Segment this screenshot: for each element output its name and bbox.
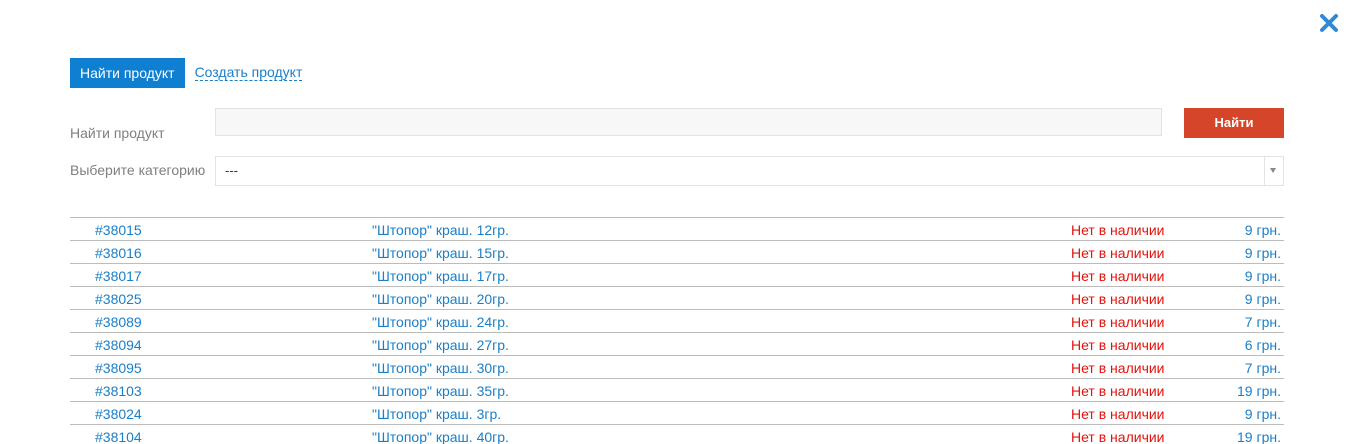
product-status: Нет в наличии (1071, 245, 1165, 261)
product-id[interactable]: #38015 (95, 222, 142, 238)
table-row[interactable]: #38104 "Штопор" краш. 40гр. Нет в наличии 1… (70, 425, 1284, 444)
product-name[interactable]: "Штопор" краш. 40гр. (372, 429, 509, 444)
product-status: Нет в наличии (1071, 314, 1165, 330)
product-price: 6 грн. (1244, 337, 1281, 353)
product-price: 19 грн. (1237, 429, 1281, 444)
search-input[interactable] (215, 108, 1162, 136)
product-id[interactable]: #38095 (95, 360, 142, 376)
product-price: 9 грн. (1244, 222, 1281, 238)
product-price: 7 грн. (1244, 314, 1281, 330)
product-price: 9 грн. (1244, 245, 1281, 261)
table-row[interactable]: #38015 "Штопор" краш. 12гр. Нет в наличии 9… (70, 218, 1284, 241)
product-name[interactable]: "Штопор" краш. 27гр. (372, 337, 509, 353)
product-status: Нет в наличии (1071, 383, 1165, 399)
product-status: Нет в наличии (1071, 429, 1165, 444)
product-name[interactable]: "Штопор" краш. 3гр. (372, 406, 501, 422)
table-row[interactable]: #38017 "Штопор" краш. 17гр. Нет в наличии 9… (70, 264, 1284, 287)
product-name[interactable]: "Штопор" краш. 20гр. (372, 291, 509, 307)
product-list: #38015 "Штопор" краш. 12гр. Нет в наличии 9… (70, 217, 1284, 444)
product-price: 19 грн. (1237, 383, 1281, 399)
table-row[interactable]: #38094 "Штопор" краш. 27гр. Нет в наличии 6… (70, 333, 1284, 356)
product-id[interactable]: #38103 (95, 383, 142, 399)
product-status: Нет в наличии (1071, 222, 1165, 238)
product-id[interactable]: #38089 (95, 314, 142, 330)
product-name[interactable]: "Штопор" краш. 35гр. (372, 383, 509, 399)
product-price: 9 грн. (1244, 406, 1281, 422)
product-name[interactable]: "Штопор" краш. 12гр. (372, 222, 509, 238)
product-status: Нет в наличии (1071, 268, 1165, 284)
table-row[interactable]: #38089 "Штопор" краш. 24гр. Нет в наличии 7… (70, 310, 1284, 333)
product-status: Нет в наличии (1071, 337, 1165, 353)
product-name[interactable]: "Штопор" краш. 17гр. (372, 268, 509, 284)
table-row[interactable]: #38024 "Штопор" краш. 3гр. Нет в наличии 9 … (70, 402, 1284, 425)
product-id[interactable]: #38025 (95, 291, 142, 307)
category-dropdown-toggle[interactable] (1264, 157, 1283, 185)
product-id[interactable]: #38094 (95, 337, 142, 353)
tab-create-product[interactable]: Создать продукт (194, 65, 303, 81)
mode-tabs: Найти продукт Создать продукт (70, 58, 303, 88)
product-id[interactable]: #38017 (95, 268, 142, 284)
search-label: Найти продукт (70, 125, 165, 141)
product-picker-dialog: Найти продукт Создать продукт Найти прод… (0, 0, 1366, 444)
product-id[interactable]: #38024 (95, 406, 142, 422)
product-price: 7 грн. (1244, 360, 1281, 376)
category-selected-value: --- (225, 163, 238, 178)
category-select[interactable]: --- (215, 156, 1284, 186)
product-price: 9 грн. (1244, 291, 1281, 307)
close-icon (1320, 14, 1338, 32)
product-id[interactable]: #38016 (95, 245, 142, 261)
category-label: Выберите категорию (70, 162, 206, 178)
tab-find-product[interactable]: Найти продукт (70, 58, 185, 88)
product-name[interactable]: "Штопор" краш. 24гр. (372, 314, 509, 330)
chevron-down-icon (1270, 168, 1276, 173)
product-name[interactable]: "Штопор" краш. 30гр. (372, 360, 509, 376)
table-row[interactable]: #38025 "Штопор" краш. 20гр. Нет в наличии 9… (70, 287, 1284, 310)
product-id[interactable]: #38104 (95, 429, 142, 444)
search-button[interactable]: Найти (1184, 108, 1284, 138)
close-button[interactable] (1318, 12, 1340, 34)
table-row[interactable]: #38016 "Штопор" краш. 15гр. Нет в наличии 9… (70, 241, 1284, 264)
product-status: Нет в наличии (1071, 406, 1165, 422)
table-row[interactable]: #38095 "Штопор" краш. 30гр. Нет в наличии 7… (70, 356, 1284, 379)
product-price: 9 грн. (1244, 268, 1281, 284)
product-name[interactable]: "Штопор" краш. 15гр. (372, 245, 509, 261)
product-status: Нет в наличии (1071, 360, 1165, 376)
table-row[interactable]: #38103 "Штопор" краш. 35гр. Нет в наличии 1… (70, 379, 1284, 402)
product-status: Нет в наличии (1071, 291, 1165, 307)
